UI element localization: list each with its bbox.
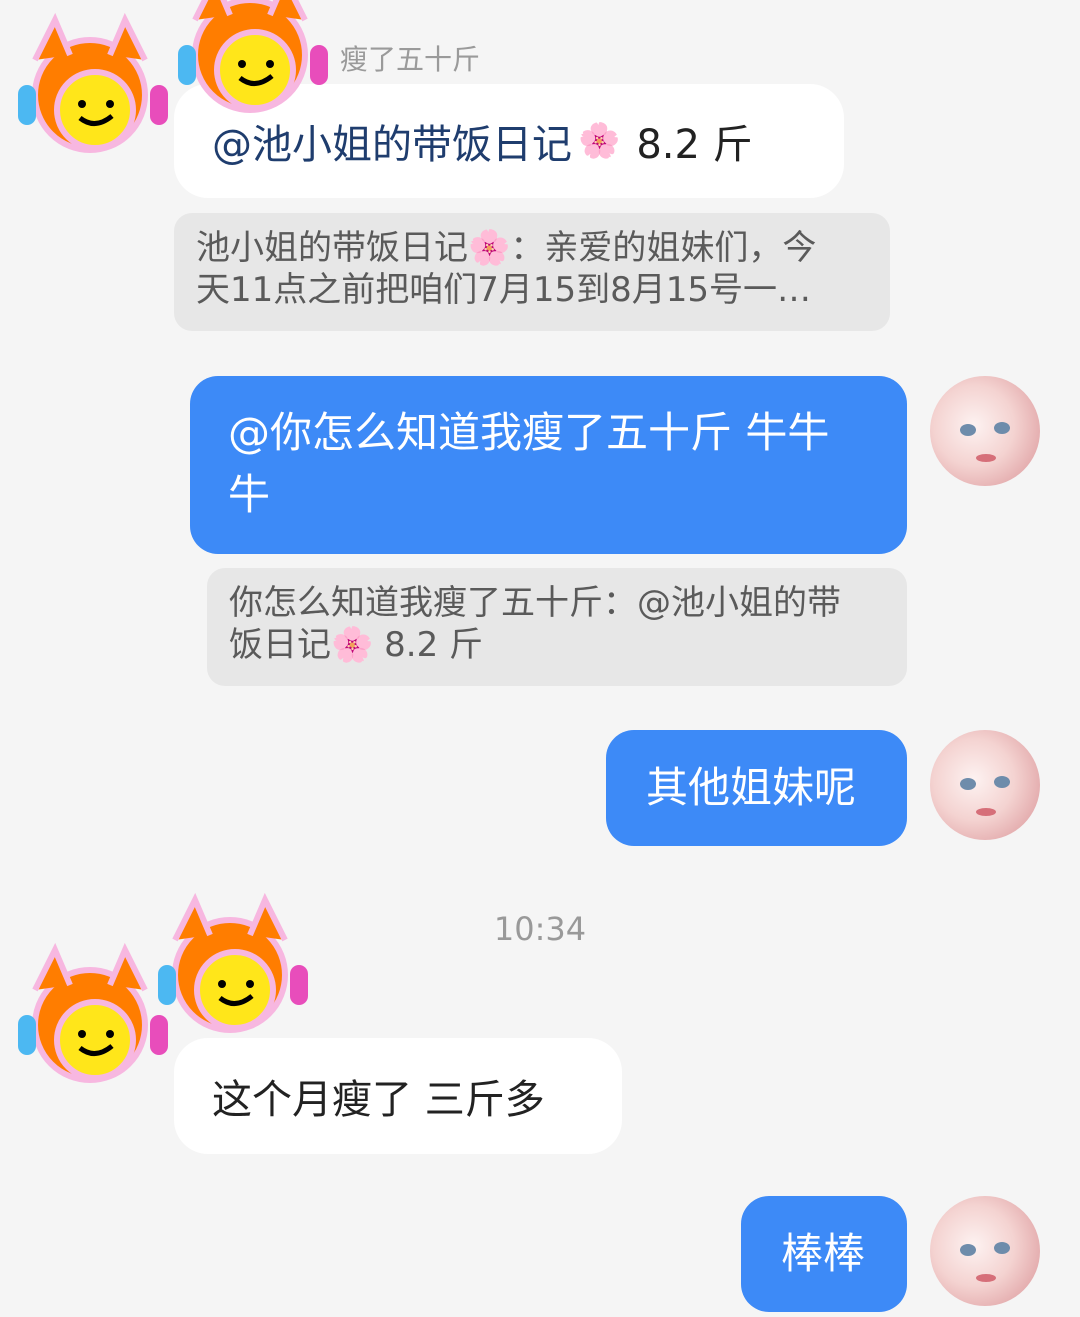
weight-value: 8.2 斤 [636,122,753,168]
outgoing-message-3[interactable]: 棒棒 [741,1196,907,1312]
sticker-icon [18,12,168,153]
sticker-icon [18,942,168,1083]
avatar-eye [960,424,976,436]
avatar-eye [960,1244,976,1256]
message-text: 其他姐妹呢 [646,763,857,812]
weight-value: 8.2 斤 [373,625,484,665]
cherry-blossom-emoji: 🌸 [578,121,621,161]
avatar-lips [976,454,996,462]
outgoing-message-2[interactable]: 其他姐妹呢 [606,730,907,846]
outgoing-message-1[interactable]: @你怎么知道我瘦了五十斤 牛牛 牛 [190,376,907,554]
avatar-eye [994,422,1010,434]
quoted-reply-1[interactable]: 池小姐的带饭日记🌸：亲爱的姐妹们，今 天11点之前把咱们7月15到8月15号一… [174,213,890,331]
cherry-blossom-emoji: 🌸 [331,625,374,665]
quote-line-2: 天11点之前把咱们7月15到8月15号一… [196,270,812,310]
cherry-blossom-emoji: 🌸 [468,228,511,268]
user-avatar[interactable] [930,730,1040,840]
quote-text-start: ：亲爱的姐妹们，今 [510,228,817,268]
avatar-lips [976,1274,996,1282]
avatar-eye [994,776,1010,788]
user-avatar[interactable] [930,1196,1040,1306]
avatar-eye [994,1242,1010,1254]
message-line-1: @你怎么知道我瘦了五十斤 牛牛 [228,408,830,457]
quote-author: 池小姐的带饭日记 [196,228,468,268]
message-text: 这个月瘦了 三斤多 [212,1077,545,1123]
quoted-reply-2[interactable]: 你怎么知道我瘦了五十斤：@池小姐的带 饭日记🌸 8.2 斤 [207,568,907,686]
quote-line-2: 饭日记🌸 8.2 斤 [229,624,885,666]
quote-line-1: 你怎么知道我瘦了五十斤：@池小姐的带 [229,583,841,623]
quote-line-1: 池小姐的带饭日记🌸：亲爱的姐妹们，今 [196,227,868,269]
message-line-2: 牛 [228,470,271,519]
avatar-lips [976,808,996,816]
sticker-icon [178,0,328,113]
user-avatar[interactable] [930,376,1040,486]
avatar-eye [960,778,976,790]
message-text: 棒棒 [781,1229,866,1278]
quote-text: 饭日记 [229,625,331,665]
top-snippet-text: 瘦了五十斤 [340,43,481,76]
